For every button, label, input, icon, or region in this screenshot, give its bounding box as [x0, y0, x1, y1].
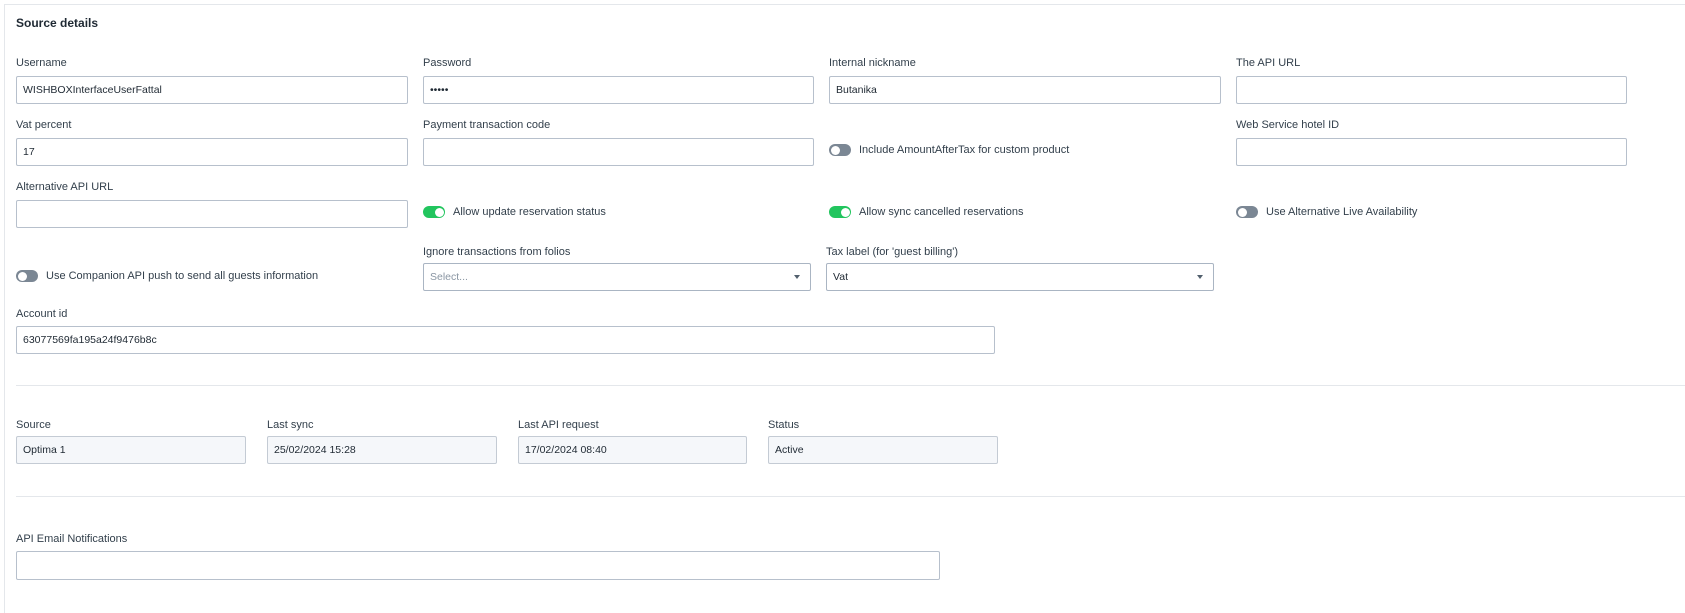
update-status-toggle[interactable] [423, 206, 445, 218]
account-id-label: Account id [16, 308, 68, 320]
username-label: Username [16, 57, 67, 69]
ignore-folios-placeholder: Select... [430, 271, 468, 283]
ignore-folios-label: Ignore transactions from folios [423, 246, 571, 258]
source-label: Source [16, 419, 51, 431]
hotel-id-label: Web Service hotel ID [1236, 119, 1340, 131]
update-status-toggle-row[interactable]: Allow update reservation status [423, 206, 606, 218]
ignore-folios-select[interactable]: Select... [423, 263, 811, 291]
companion-push-label: Use Companion API push to send all guest… [46, 270, 319, 282]
email-notifications-input[interactable] [16, 551, 940, 580]
last-api-input [518, 436, 747, 464]
account-id-input[interactable] [16, 326, 995, 354]
status-label: Status [768, 419, 800, 431]
sync-cancelled-toggle-row[interactable]: Allow sync cancelled reservations [829, 206, 1023, 218]
username-input[interactable] [16, 76, 408, 104]
vat-label: Vat percent [16, 119, 72, 131]
last-sync-label: Last sync [267, 419, 314, 431]
hotel-id-input[interactable] [1236, 138, 1627, 166]
divider [16, 385, 1685, 386]
tax-label-label: Tax label (for 'guest billing') [826, 246, 958, 258]
divider [16, 496, 1685, 497]
companion-push-toggle[interactable] [16, 270, 38, 282]
vat-input[interactable] [16, 138, 408, 166]
last-api-label: Last API request [518, 419, 599, 431]
nickname-label: Internal nickname [829, 57, 916, 69]
api-url-label: The API URL [1236, 57, 1301, 69]
companion-push-toggle-row[interactable]: Use Companion API push to send all guest… [16, 270, 318, 282]
alt-api-url-label: Alternative API URL [16, 181, 114, 193]
password-label: Password [423, 57, 472, 69]
alt-live-avail-label: Use Alternative Live Availability [1266, 206, 1418, 218]
payment-code-input[interactable] [423, 138, 814, 166]
tax-label-select[interactable]: Vat [826, 263, 1214, 291]
sync-cancelled-label: Allow sync cancelled reservations [859, 206, 1024, 218]
amount-after-tax-label: Include AmountAfterTax for custom produc… [859, 144, 1070, 156]
section-title: Source details [16, 16, 99, 30]
chevron-down-icon [1197, 275, 1203, 279]
email-notifications-label: API Email Notifications [16, 533, 128, 545]
amount-after-tax-toggle-row[interactable]: Include AmountAfterTax for custom produc… [829, 144, 1069, 156]
amount-after-tax-toggle[interactable] [829, 144, 851, 156]
sync-cancelled-toggle[interactable] [829, 206, 851, 218]
chevron-down-icon [794, 275, 800, 279]
alt-live-avail-toggle[interactable] [1236, 206, 1258, 218]
source-input [16, 436, 246, 464]
last-sync-input [267, 436, 497, 464]
api-url-input[interactable] [1236, 76, 1627, 104]
update-status-label: Allow update reservation status [453, 206, 606, 218]
password-input[interactable] [423, 76, 814, 104]
alt-api-url-input[interactable] [16, 200, 408, 228]
tax-label-value: Vat [833, 271, 848, 283]
nickname-input[interactable] [829, 76, 1221, 104]
payment-code-label: Payment transaction code [423, 119, 551, 131]
alt-live-avail-toggle-row[interactable]: Use Alternative Live Availability [1236, 206, 1417, 218]
status-input [768, 436, 998, 464]
